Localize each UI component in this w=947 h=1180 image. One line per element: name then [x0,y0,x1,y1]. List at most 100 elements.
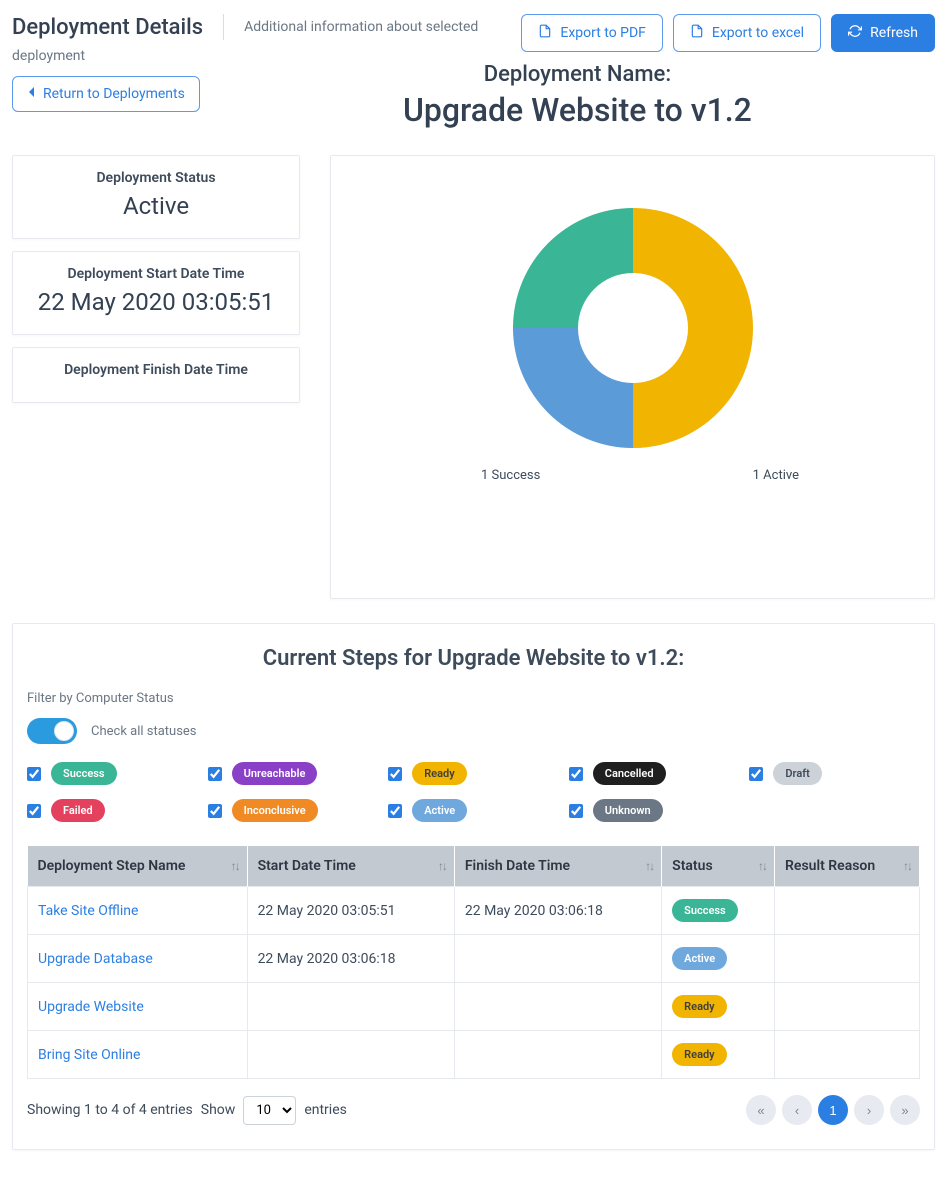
entries-label: entries [304,1102,347,1118]
reason-cell [775,1031,920,1079]
showing-text: Showing 1 to 4 of 4 entries [27,1102,193,1118]
column-header[interactable]: Finish Date Time↑↓ [454,846,661,887]
show-label: Show [201,1102,236,1118]
donut-icon [513,208,753,448]
status-badge: Success [672,899,738,922]
card-start: Deployment Start Date Time 22 May 2020 0… [12,251,300,335]
table-row: Upgrade Website Ready [28,983,920,1031]
deployment-name-value: Upgrade Website to v1.2 [220,91,935,129]
sort-icon: ↑↓ [903,859,911,873]
status-filter-checkbox[interactable] [388,767,402,781]
page-number-button[interactable]: 1 [818,1095,848,1125]
start-cell [247,983,454,1031]
export-excel-label: Export to excel [712,25,804,41]
status-badge: Active [672,947,727,970]
start-label: Deployment Start Date Time [29,266,283,282]
status-badge: Ready [672,1043,726,1066]
return-label: Return to Deployments [43,86,185,102]
status-donut-chart: 2 Ready 1 Success 1 Active [351,208,914,568]
column-header[interactable]: Result Reason↑↓ [775,846,920,887]
start-value: 22 May 2020 03:05:51 [29,288,283,316]
pagination: « ‹ 1 › » [746,1095,920,1125]
reason-cell [775,935,920,983]
status-badge: Ready [412,762,466,785]
status-badge: Success [51,762,117,785]
file-pdf-icon [538,24,552,42]
sort-icon: ↑↓ [231,859,239,873]
page-first-button[interactable]: « [746,1095,776,1125]
deployment-name-label: Deployment Name: [220,62,935,87]
card-finish: Deployment Finish Date Time [12,347,300,403]
step-name-link[interactable]: Bring Site Online [38,1047,140,1063]
reason-cell [775,983,920,1031]
status-filter-checkbox[interactable] [569,804,583,818]
card-status: Deployment Status Active [12,155,300,239]
filter-label: Filter by Computer Status [27,691,920,706]
check-all-toggle[interactable] [27,718,77,744]
steps-table: Deployment Step Name↑↓Start Date Time↑↓F… [27,846,920,1079]
step-name-link[interactable]: Take Site Offline [38,903,138,919]
finish-cell [454,935,661,983]
start-cell [247,1031,454,1079]
title-divider [223,14,224,40]
reason-cell [775,887,920,935]
finish-label: Deployment Finish Date Time [29,362,283,378]
status-cell: Ready [662,983,775,1031]
status-filter-checkbox[interactable] [569,767,583,781]
status-filter-item: Unreachable [208,762,379,785]
header-buttons: Export to PDF Export to excel Refresh [521,14,935,52]
export-excel-button[interactable]: Export to excel [673,14,821,52]
status-filter-item: Ready [388,762,559,785]
export-pdf-label: Export to PDF [560,25,646,41]
status-badge: Ready [672,995,726,1018]
steps-title: Current Steps for Upgrade Website to v1.… [27,646,920,671]
chevron-left-icon [27,86,35,102]
column-header[interactable]: Status↑↓ [662,846,775,887]
start-cell: 22 May 2020 03:06:18 [247,935,454,983]
table-row: Bring Site Online Ready [28,1031,920,1079]
refresh-icon [848,24,862,42]
page-prev-button[interactable]: ‹ [782,1095,812,1125]
start-cell: 22 May 2020 03:05:51 [247,887,454,935]
status-value: Active [29,192,283,220]
refresh-label: Refresh [870,25,918,41]
steps-panel: Current Steps for Upgrade Website to v1.… [12,623,935,1150]
status-filter-item: Cancelled [569,762,740,785]
finish-cell [454,1031,661,1079]
file-excel-icon [690,24,704,42]
status-badge: Inconclusive [232,799,318,822]
page-last-button[interactable]: » [890,1095,920,1125]
step-name-link[interactable]: Upgrade Website [38,999,144,1015]
status-label: Deployment Status [29,170,283,186]
status-filter-checkbox[interactable] [749,767,763,781]
finish-cell: 22 May 2020 03:06:18 [454,887,661,935]
page-size-select[interactable]: 10 [243,1096,296,1125]
status-filter-checkbox[interactable] [208,767,222,781]
chart-label-success: 1 Success [481,468,540,483]
status-badge: Unknown [593,799,663,822]
status-filter-checkbox[interactable] [208,804,222,818]
return-to-deployments-button[interactable]: Return to Deployments [12,76,200,112]
status-filter-item: Inconclusive [208,799,379,822]
column-header[interactable]: Start Date Time↑↓ [247,846,454,887]
page-next-button[interactable]: › [854,1095,884,1125]
sort-icon: ↑↓ [758,859,766,873]
status-filter-checkbox[interactable] [388,804,402,818]
status-cell: Ready [662,1031,775,1079]
sort-icon: ↑↓ [645,859,653,873]
status-filter-item: Failed [27,799,198,822]
status-filter-item: Success [27,762,198,785]
export-pdf-button[interactable]: Export to PDF [521,14,663,52]
status-badge: Failed [51,799,105,822]
status-cell: Success [662,887,775,935]
status-cell: Active [662,935,775,983]
table-row: Take Site Offline 22 May 2020 03:05:51 2… [28,887,920,935]
step-name-link[interactable]: Upgrade Database [38,951,153,967]
check-all-label: Check all statuses [91,724,197,739]
column-header[interactable]: Deployment Step Name↑↓ [28,846,248,887]
status-filter-checkbox[interactable] [27,767,41,781]
status-filter-item: Active [388,799,559,822]
status-filter-checkbox[interactable] [27,804,41,818]
finish-cell [454,983,661,1031]
refresh-button[interactable]: Refresh [831,14,935,52]
